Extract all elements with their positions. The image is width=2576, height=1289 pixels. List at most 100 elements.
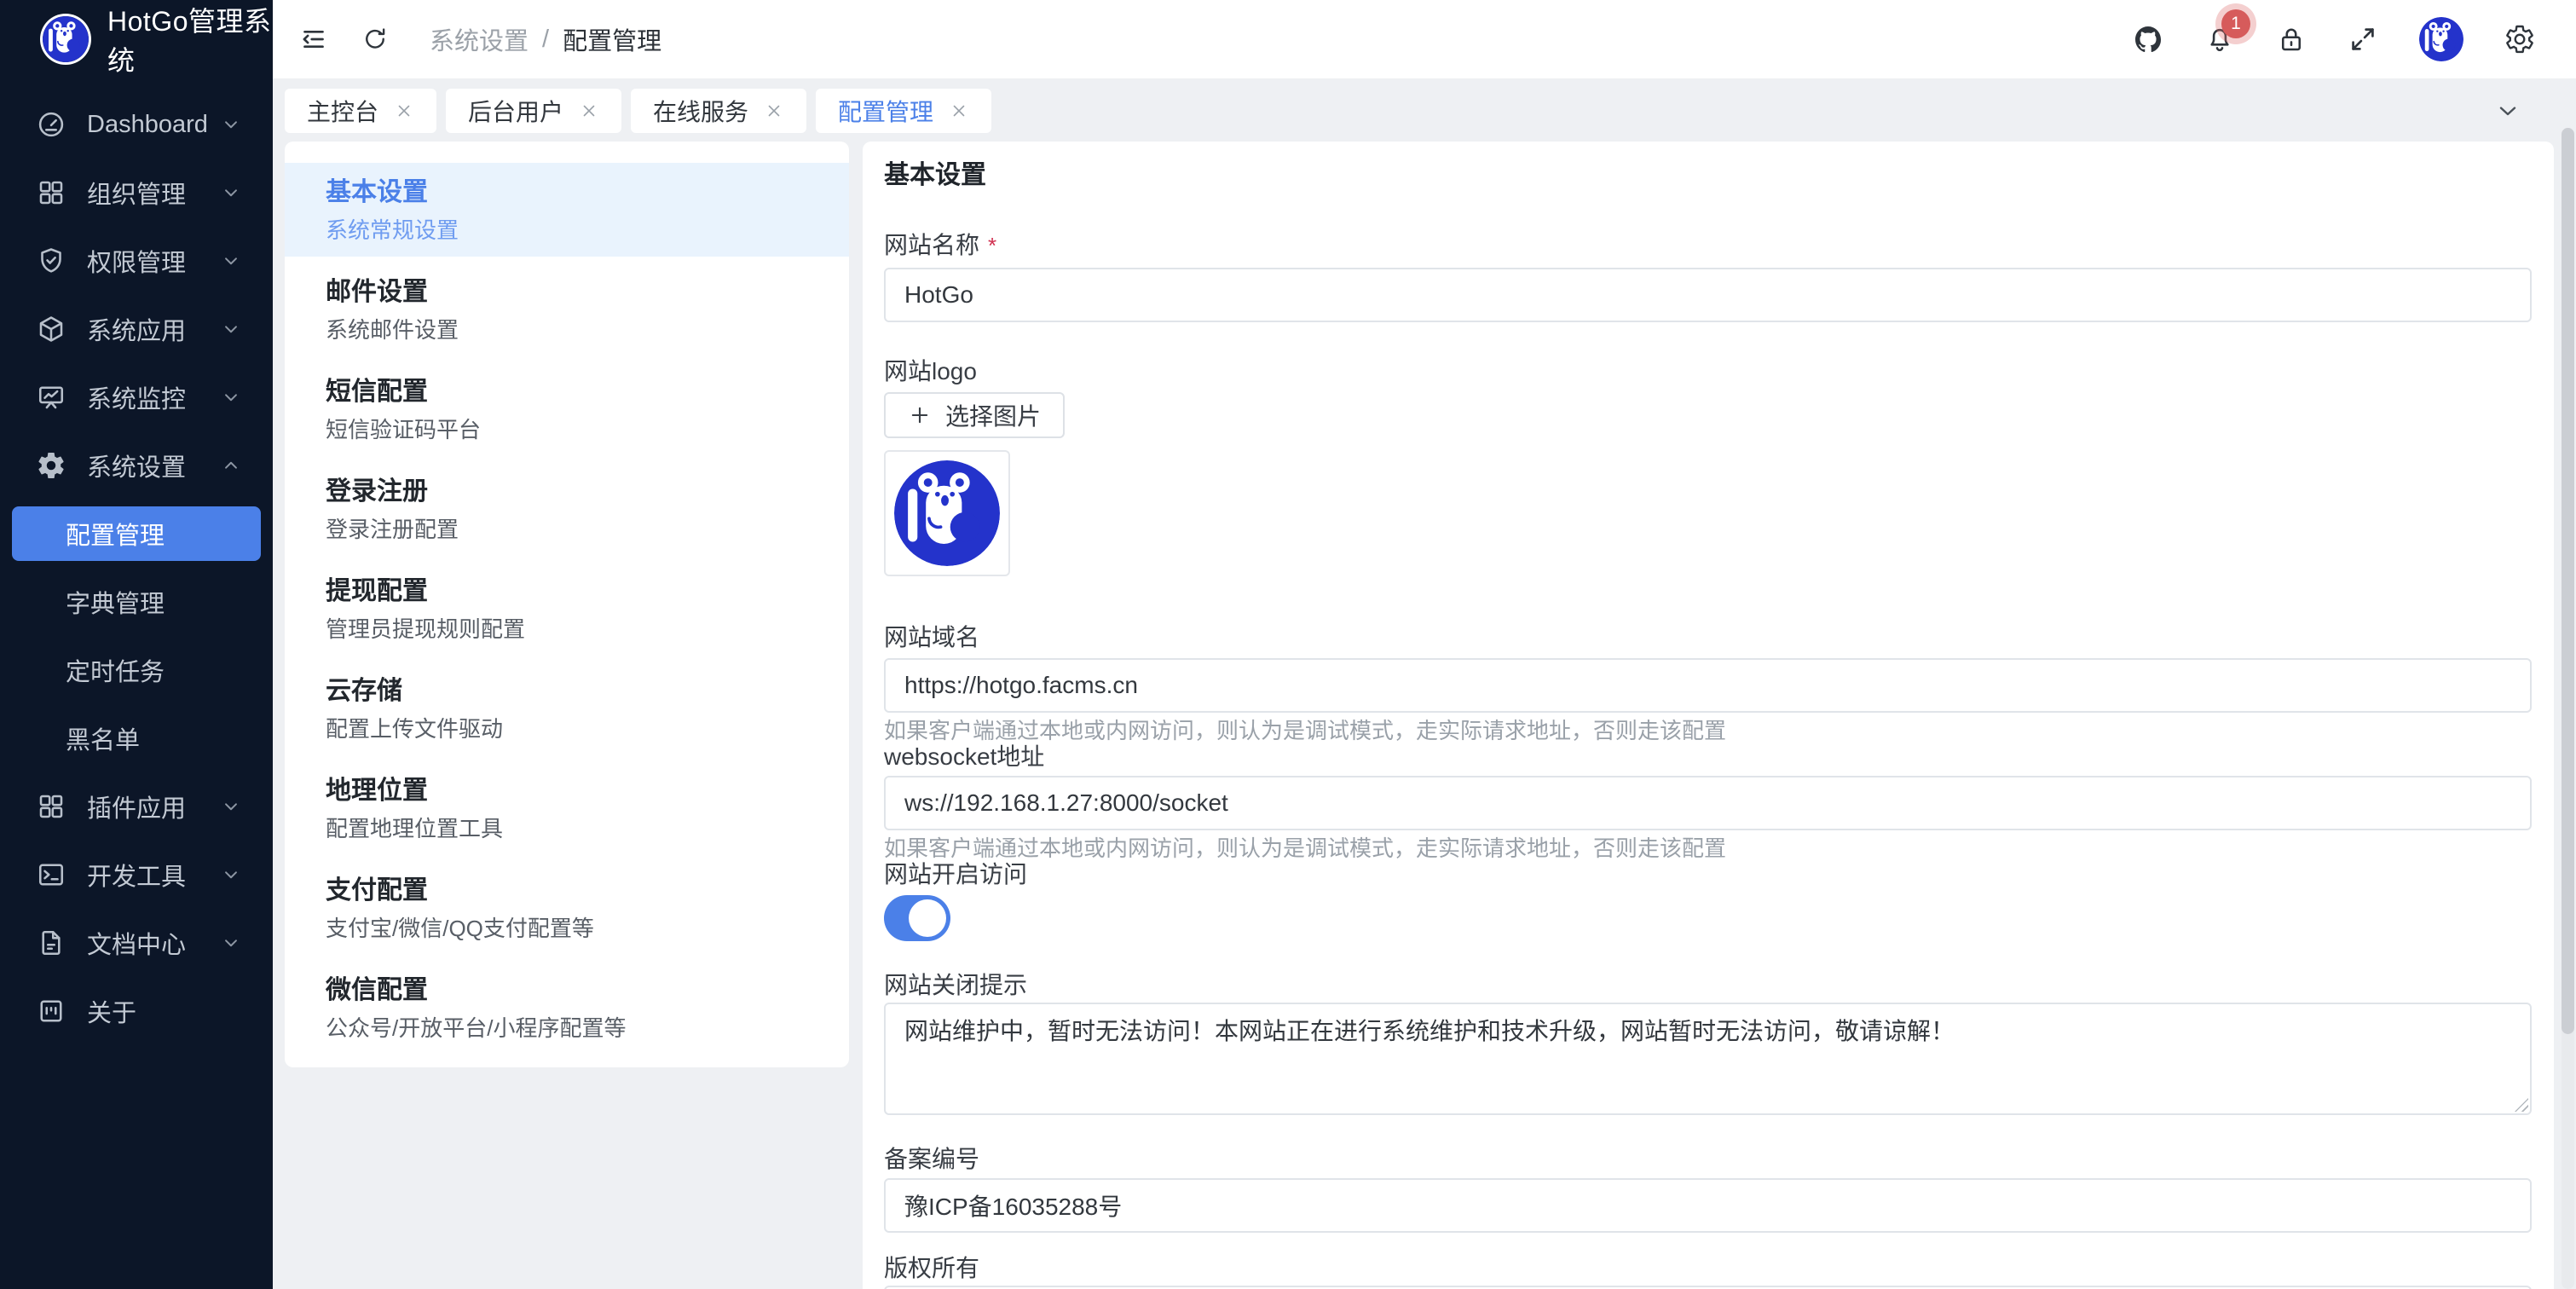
settings-nav-subtitle: 短信验证码平台 [326, 417, 808, 442]
dashboard-icon [36, 109, 66, 140]
chevron-down-icon [220, 318, 242, 340]
sidebar-nav: Dashboard 组织管理 权限管理 系统应用 系统监控 系统设置 [0, 78, 273, 1045]
site-name-label: 网站名称* [884, 232, 2532, 259]
settings-gear-icon[interactable] [2504, 24, 2535, 55]
sidebar-item-label: Dashboard [87, 111, 208, 139]
sidebar-item-system-settings[interactable]: 系统设置 [0, 431, 273, 500]
sidebar-item-label: 系统应用 [87, 311, 186, 347]
icp-label: 备案编号 [884, 1146, 2532, 1173]
copyright-input[interactable] [884, 1286, 2532, 1289]
breadcrumb-parent[interactable]: 系统设置 [430, 21, 528, 57]
apps-icon [36, 791, 66, 822]
tab-admin-users[interactable]: 后台用户 [446, 89, 621, 133]
sidebar-item-organization[interactable]: 组织管理 [0, 159, 273, 227]
close-icon[interactable] [579, 101, 599, 121]
settings-nav-title: 登录注册 [326, 477, 808, 506]
sidebar-item-docs[interactable]: 文档中心 [0, 909, 273, 977]
settings-nav-geo[interactable]: 地理位置 配置地理位置工具 [285, 761, 849, 855]
collapse-sidebar-icon[interactable] [298, 24, 329, 55]
site-open-toggle[interactable] [884, 895, 950, 941]
settings-nav-subtitle: 系统常规设置 [326, 217, 808, 243]
chevron-down-icon [220, 182, 242, 204]
sidebar-item-dev-tools[interactable]: 开发工具 [0, 841, 273, 909]
breadcrumb-current[interactable]: 配置管理 [563, 21, 661, 57]
sidebar-subitem-wrap: 字典管理 [0, 568, 273, 636]
page-scrollbar-track [2562, 128, 2574, 1289]
fullscreen-icon[interactable] [2348, 24, 2378, 55]
page-scrollbar-thumb[interactable] [2562, 128, 2574, 1034]
sidebar-item-about[interactable]: 关于 [0, 977, 273, 1045]
notifications-button[interactable]: 1 [2204, 24, 2235, 55]
koala-logo-icon [43, 16, 89, 62]
sidebar-item-permissions[interactable]: 权限管理 [0, 227, 273, 295]
sidebar-item-label: 组织管理 [87, 175, 186, 211]
websocket-label: websocket地址 [884, 743, 2532, 771]
settings-nav-title: 云存储 [326, 677, 808, 706]
settings-nav-withdraw[interactable]: 提现配置 管理员提现规则配置 [285, 562, 849, 656]
sidebar-subitem-config-management[interactable]: 配置管理 [12, 506, 261, 561]
sidebar-item-dashboard[interactable]: Dashboard [0, 90, 273, 159]
settings-nav-login[interactable]: 登录注册 登录注册配置 [285, 462, 849, 556]
close-icon[interactable] [394, 101, 414, 121]
settings-nav-wechat[interactable]: 微信配置 公众号/开放平台/小程序配置等 [285, 961, 849, 1055]
close-tip-wrap: 网站维护中，暂时无法访问！本网站正在进行系统维护和技术升级，网站暂时无法访问，敬… [884, 1003, 2532, 1115]
sidebar-subitem-blacklist[interactable]: 黑名单 [12, 711, 261, 766]
copyright-label: 版权所有 [884, 1255, 2532, 1282]
chevron-down-icon [220, 864, 242, 886]
grid-icon [36, 177, 66, 208]
sidebar-subitem-cron-tasks[interactable]: 定时任务 [12, 643, 261, 697]
websocket-input[interactable] [884, 776, 2532, 830]
sidebar-subitem-wrap: 配置管理 [0, 500, 273, 568]
sidebar-item-label: 文档中心 [87, 925, 186, 961]
settings-nav-cloud-storage[interactable]: 云存储 配置上传文件驱动 [285, 662, 849, 755]
app-logo-row[interactable]: HotGo管理系统 [0, 0, 273, 78]
chevron-down-icon [220, 386, 242, 408]
site-logo-label: 网站logo [884, 358, 2532, 385]
github-icon[interactable] [2133, 24, 2163, 55]
app-title: HotGo管理系统 [107, 0, 273, 78]
terminal-icon [36, 859, 66, 890]
about-icon [36, 996, 66, 1026]
monitor-chart-icon [36, 382, 66, 413]
settings-nav-sms[interactable]: 短信配置 短信验证码平台 [285, 362, 849, 456]
required-asterisk: * [988, 233, 996, 258]
settings-nav-title: 邮件设置 [326, 278, 808, 307]
close-icon[interactable] [764, 101, 784, 121]
settings-nav-basic[interactable]: 基本设置 系统常规设置 [285, 163, 849, 257]
settings-nav-payment[interactable]: 支付配置 支付宝/微信/QQ支付配置等 [285, 861, 849, 955]
sidebar-item-label: 权限管理 [87, 243, 186, 279]
user-avatar[interactable] [2419, 17, 2463, 61]
settings-nav-subtitle: 公众号/开放平台/小程序配置等 [326, 1015, 808, 1041]
chevron-down-icon [220, 250, 242, 272]
sidebar-subitem-dictionary[interactable]: 字典管理 [12, 575, 261, 629]
settings-nav-panel: 基本设置 系统常规设置 邮件设置 系统邮件设置 短信配置 短信验证码平台 登录注… [285, 142, 849, 1067]
close-tip-textarea[interactable]: 网站维护中，暂时无法访问！本网站正在进行系统维护和技术升级，网站暂时无法访问，敬… [884, 1003, 2532, 1115]
settings-nav-email[interactable]: 邮件设置 系统邮件设置 [285, 263, 849, 356]
sidebar-item-system-apps[interactable]: 系统应用 [0, 295, 273, 363]
lock-icon[interactable] [2276, 24, 2307, 55]
settings-nav-subtitle: 支付宝/微信/QQ支付配置等 [326, 916, 808, 941]
top-header: 系统设置 / 配置管理 1 [273, 0, 2576, 78]
site-name-input[interactable] [884, 268, 2532, 322]
refresh-icon[interactable] [361, 26, 389, 53]
pick-image-button[interactable]: 选择图片 [884, 392, 1065, 438]
breadcrumb: 系统设置 / 配置管理 [430, 21, 661, 57]
close-icon[interactable] [949, 101, 969, 121]
sidebar-item-plugins[interactable]: 插件应用 [0, 772, 273, 841]
site-domain-label: 网站域名 [884, 624, 2532, 651]
tab-config-management[interactable]: 配置管理 [816, 89, 991, 133]
tab-dashboard[interactable]: 主控台 [285, 89, 436, 133]
sidebar-item-monitoring[interactable]: 系统监控 [0, 363, 273, 431]
tab-online-service[interactable]: 在线服务 [631, 89, 806, 133]
sidebar-subitem-label: 配置管理 [66, 516, 165, 552]
settings-nav-subtitle: 登录注册配置 [326, 517, 808, 542]
settings-nav-subtitle: 管理员提现规则配置 [326, 616, 808, 642]
sidebar-subitem-label: 定时任务 [66, 652, 165, 688]
pick-image-button-label: 选择图片 [945, 398, 1041, 432]
gear-icon [36, 450, 66, 481]
tab-list-chevron-down-icon[interactable] [2494, 97, 2521, 124]
sidebar-subitem-wrap: 定时任务 [0, 636, 273, 704]
websocket-hint: 如果客户端通过本地或内网访问，则认为是调试模式，走实际请求地址，否则走该配置 [884, 835, 2532, 861]
icp-input[interactable] [884, 1178, 2532, 1233]
site-domain-input[interactable] [884, 658, 2532, 713]
